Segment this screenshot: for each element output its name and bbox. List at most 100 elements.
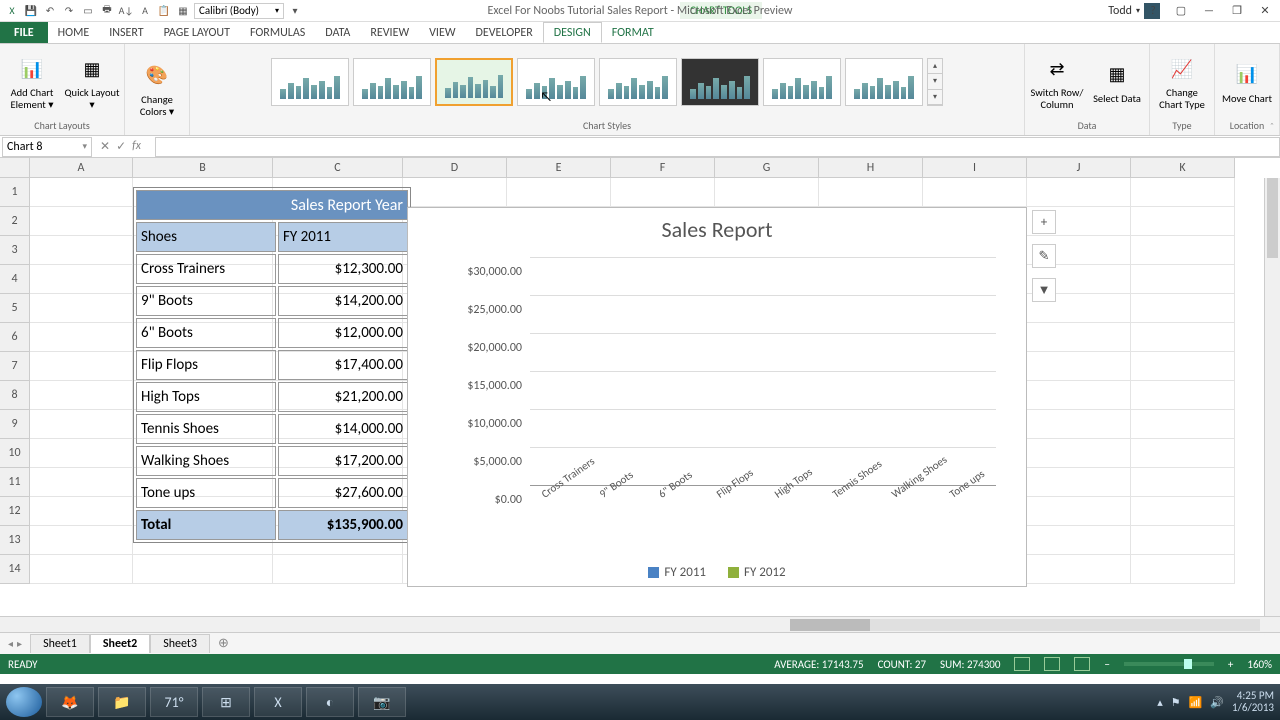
row-header[interactable]: 10: [0, 439, 30, 468]
row-header[interactable]: 11: [0, 468, 30, 497]
zoom-level[interactable]: 160%: [1247, 658, 1272, 671]
add-chart-element-button[interactable]: 📊Add Chart Element ▾: [4, 47, 60, 117]
ribbon-options-button[interactable]: ▢: [1168, 2, 1194, 20]
redo-icon[interactable]: ↷: [61, 3, 77, 19]
sheet-tab[interactable]: Sheet3: [150, 634, 210, 653]
page-layout-view-icon[interactable]: [1044, 657, 1060, 671]
fx-label[interactable]: fx: [132, 139, 147, 154]
sheet-tab-active[interactable]: Sheet2: [90, 634, 150, 653]
column-header[interactable]: K: [1131, 158, 1235, 178]
font-size-icon[interactable]: A: [137, 3, 153, 19]
taskbar-item[interactable]: 📷: [358, 687, 406, 717]
row-header[interactable]: 14: [0, 555, 30, 584]
tray-chevron-icon[interactable]: ▴: [1157, 696, 1163, 709]
tab-view[interactable]: VIEW: [419, 22, 465, 43]
quick-layout-button[interactable]: ▦Quick Layout ▾: [64, 47, 120, 117]
normal-view-icon[interactable]: [1014, 657, 1030, 671]
formula-input[interactable]: [155, 137, 1280, 157]
gallery-scroll-button[interactable]: ▾: [928, 74, 942, 89]
print-preview-icon[interactable]: 🖶: [99, 3, 115, 19]
row-header[interactable]: 3: [0, 236, 30, 265]
maximize-button[interactable]: ❐: [1224, 2, 1250, 20]
gallery-scroll-button[interactable]: ▾: [928, 90, 942, 105]
taskbar-item[interactable]: 71°: [150, 687, 198, 717]
flag-icon[interactable]: ⚑: [1171, 696, 1181, 709]
column-header[interactable]: G: [715, 158, 819, 178]
name-box[interactable]: Chart 8▾: [2, 137, 92, 157]
qat-dropdown-icon[interactable]: ▾: [287, 3, 303, 19]
column-header[interactable]: B: [133, 158, 273, 178]
paste-icon[interactable]: 📋: [156, 3, 172, 19]
chart-style-thumb[interactable]: [353, 58, 431, 106]
taskbar-item[interactable]: 🦊: [46, 687, 94, 717]
vertical-scrollbar[interactable]: [1264, 178, 1280, 622]
zoom-out-button[interactable]: −: [1104, 658, 1109, 671]
chart-object[interactable]: Sales Report $0.00$5,000.00$10,000.00$15…: [407, 207, 1027, 587]
sheet-tab[interactable]: Sheet1: [30, 634, 90, 653]
row-header[interactable]: 2: [0, 207, 30, 236]
chart-elements-button[interactable]: +: [1032, 210, 1056, 234]
tab-format[interactable]: FORMAT: [602, 22, 664, 43]
save-icon[interactable]: 💾: [23, 3, 39, 19]
clock[interactable]: 4:25 PM1/6/2013: [1232, 690, 1274, 714]
column-header[interactable]: I: [923, 158, 1027, 178]
column-header[interactable]: H: [819, 158, 923, 178]
switch-row-column-button[interactable]: ⇄Switch Row/ Column: [1029, 47, 1085, 117]
new-icon[interactable]: ▭: [80, 3, 96, 19]
minimize-button[interactable]: —: [1196, 2, 1222, 20]
tab-formulas[interactable]: FORMULAS: [240, 22, 315, 43]
legend-item[interactable]: FY 2012: [728, 565, 786, 580]
row-header[interactable]: 5: [0, 294, 30, 323]
row-header[interactable]: 9: [0, 410, 30, 439]
help-button[interactable]: ?: [1140, 2, 1166, 20]
taskbar-item[interactable]: 📁: [98, 687, 146, 717]
zoom-in-button[interactable]: +: [1228, 658, 1233, 671]
tab-file[interactable]: FILE: [0, 22, 48, 43]
tab-data[interactable]: DATA: [315, 22, 360, 43]
close-button[interactable]: ✕: [1252, 2, 1278, 20]
column-header[interactable]: E: [507, 158, 611, 178]
tab-design[interactable]: DESIGN: [543, 22, 602, 43]
select-all-cell[interactable]: [0, 158, 30, 178]
chevron-down-icon[interactable]: ▾: [82, 141, 87, 152]
collapse-ribbon-icon[interactable]: ˆ: [1270, 120, 1274, 133]
border-icon[interactable]: ▦: [175, 3, 191, 19]
select-data-button[interactable]: ▦Select Data: [1089, 47, 1145, 117]
cancel-formula-icon[interactable]: ✕: [100, 139, 110, 154]
taskbar-item[interactable]: ◐: [306, 687, 354, 717]
page-break-view-icon[interactable]: [1074, 657, 1090, 671]
font-family-combo[interactable]: Calibri (Body)▾: [194, 3, 284, 19]
chart-styles-button[interactable]: ✎: [1032, 244, 1056, 268]
row-header[interactable]: 1: [0, 178, 30, 207]
tab-page-layout[interactable]: PAGE LAYOUT: [154, 22, 240, 43]
tab-developer[interactable]: DEVELOPER: [466, 22, 543, 43]
row-header[interactable]: 7: [0, 352, 30, 381]
zoom-slider[interactable]: [1124, 662, 1214, 666]
system-tray[interactable]: ▴ ⚑ 📶 🔊 4:25 PM1/6/2013: [1157, 690, 1274, 714]
row-header[interactable]: 4: [0, 265, 30, 294]
gallery-scroll-button[interactable]: ▴: [928, 59, 942, 74]
chart-filters-button[interactable]: ▼: [1032, 278, 1056, 302]
taskbar-item[interactable]: ⊞: [202, 687, 250, 717]
chart-style-thumb[interactable]: [271, 58, 349, 106]
taskbar-item[interactable]: X: [254, 687, 302, 717]
chart-style-thumb[interactable]: [681, 58, 759, 106]
row-header[interactable]: 6: [0, 323, 30, 352]
tab-review[interactable]: REVIEW: [360, 22, 419, 43]
column-header[interactable]: A: [30, 158, 133, 178]
row-header[interactable]: 12: [0, 497, 30, 526]
column-header[interactable]: D: [403, 158, 507, 178]
change-chart-type-button[interactable]: 📈Change Chart Type: [1154, 47, 1210, 117]
sheet-nav[interactable]: ◂▸: [0, 637, 30, 650]
chart-title[interactable]: Sales Report: [408, 216, 1026, 243]
move-chart-button[interactable]: 📊Move Chart: [1219, 47, 1275, 117]
row-header[interactable]: 8: [0, 381, 30, 410]
chart-style-thumb[interactable]: [517, 58, 595, 106]
chart-style-thumb[interactable]: [763, 58, 841, 106]
row-header[interactable]: 13: [0, 526, 30, 555]
change-colors-button[interactable]: 🎨Change Colors ▾: [129, 54, 185, 124]
network-icon[interactable]: 📶: [1189, 696, 1203, 709]
sort-icon[interactable]: A↓: [118, 3, 134, 19]
chart-style-thumb[interactable]: [599, 58, 677, 106]
add-sheet-button[interactable]: ⊕: [210, 636, 237, 651]
